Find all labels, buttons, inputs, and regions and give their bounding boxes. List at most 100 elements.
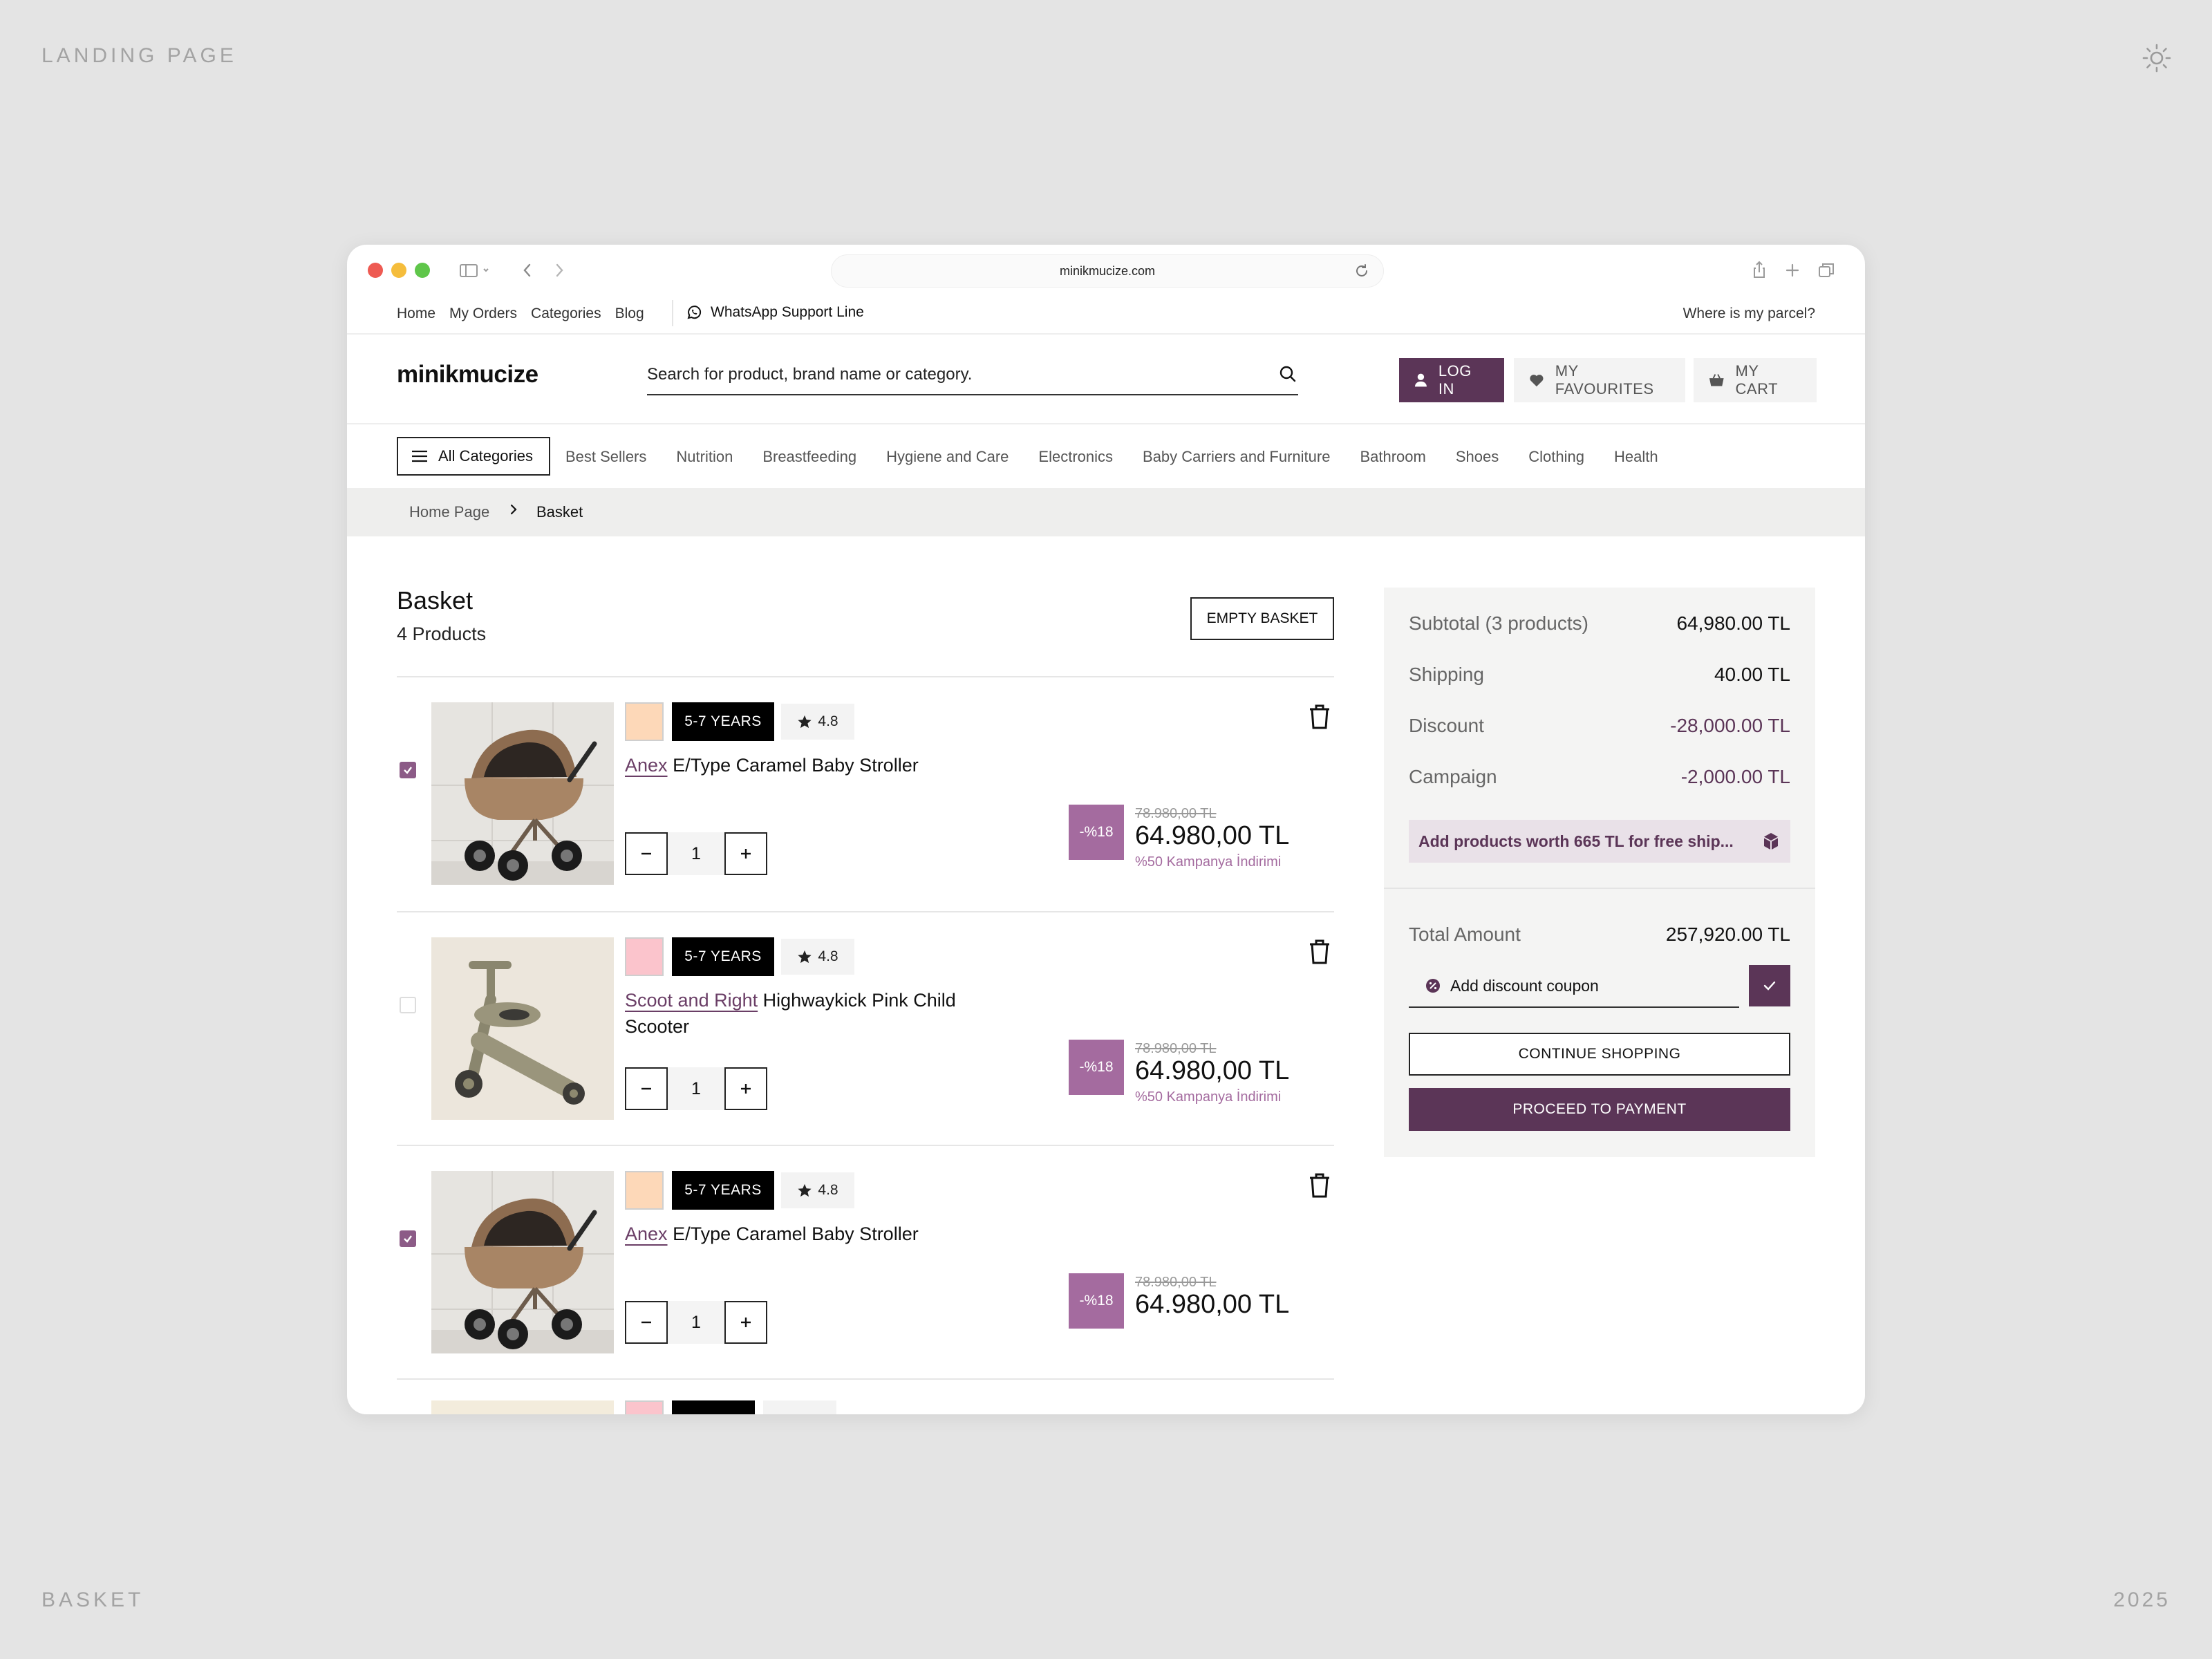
subtotal-label: Subtotal (3 products) <box>1409 612 1588 634</box>
decrease-quantity-button[interactable] <box>625 1067 668 1110</box>
maximize-window-button[interactable] <box>415 263 430 278</box>
quantity-value[interactable]: 1 <box>668 1301 724 1344</box>
brand-link[interactable]: Anex <box>625 1224 668 1244</box>
menu-icon <box>412 450 427 462</box>
product-image[interactable] <box>431 1400 614 1414</box>
tab-overview-icon[interactable] <box>1817 260 1836 281</box>
product-title[interactable]: E/Type Caramel Baby Stroller <box>673 1224 919 1244</box>
back-arrow-icon[interactable] <box>518 260 536 281</box>
proceed-to-payment-button[interactable]: PROCEED TO PAYMENT <box>1409 1088 1790 1131</box>
stroller-image[interactable] <box>431 702 614 885</box>
brand-link[interactable]: Anex <box>625 755 668 776</box>
color-swatch[interactable] <box>625 937 664 976</box>
breadcrumb: Home Page Basket <box>347 488 1865 536</box>
toplink-home[interactable]: Home <box>397 306 435 322</box>
favourites-button[interactable]: MY FAVOURITES <box>1514 358 1685 402</box>
minus-icon <box>641 1321 651 1324</box>
total-row: Total Amount 257,920.00 TL <box>1409 924 1790 946</box>
frame-label-year: 2025 <box>2113 1588 2171 1611</box>
toplink-blog[interactable]: Blog <box>615 306 644 322</box>
all-categories-button[interactable]: All Categories <box>397 437 550 476</box>
increase-quantity-button[interactable] <box>724 1301 767 1344</box>
free-shipping-note: Add products worth 665 TL for free ship.… <box>1409 820 1790 863</box>
minimize-window-button[interactable] <box>391 263 406 278</box>
category-nav: All Categories Best Sellers Nutrition Br… <box>347 424 1865 488</box>
reload-icon[interactable] <box>1353 263 1370 279</box>
user-icon <box>1414 373 1427 387</box>
trash-icon[interactable] <box>1308 1172 1331 1199</box>
category-bathroom[interactable]: Bathroom <box>1360 448 1425 466</box>
close-window-button[interactable] <box>368 263 383 278</box>
category-nutrition[interactable]: Nutrition <box>676 448 733 466</box>
toplink-categories[interactable]: Categories <box>531 306 601 322</box>
quantity-value[interactable]: 1 <box>668 832 724 875</box>
basket-title: Basket <box>397 586 474 615</box>
site-header: minikmucize LOG IN MY FAVOURITES MY CART <box>347 335 1865 424</box>
category-breastfeeding[interactable]: Breastfeeding <box>762 448 856 466</box>
where-is-my-parcel-link[interactable]: Where is my parcel? <box>1683 306 1815 322</box>
quantity-stepper: 1 <box>625 1301 767 1344</box>
category-baby-carriers-and-furniture[interactable]: Baby Carriers and Furniture <box>1143 448 1330 466</box>
category-electronics[interactable]: Electronics <box>1038 448 1113 466</box>
category-health[interactable]: Health <box>1614 448 1658 466</box>
search-icon[interactable] <box>1277 364 1298 384</box>
discount-label: Discount <box>1409 715 1484 736</box>
decrease-quantity-button[interactable] <box>625 1301 668 1344</box>
product-title[interactable]: E/Type Caramel Baby Stroller <box>673 755 919 776</box>
search-bar <box>647 357 1298 395</box>
quantity-value[interactable]: 1 <box>668 1067 724 1110</box>
category-best-sellers[interactable]: Best Sellers <box>565 448 646 466</box>
share-icon[interactable] <box>1750 260 1768 281</box>
sidebar-toggle-icon[interactable] <box>458 260 494 281</box>
trash-icon[interactable] <box>1308 939 1331 965</box>
old-price: 78.980,00 TL <box>1135 1041 1217 1056</box>
whatsapp-support-link[interactable]: WhatsApp Support Line <box>686 304 864 321</box>
continue-shopping-button[interactable]: CONTINUE SHOPPING <box>1409 1033 1790 1076</box>
theme-toggle-sun-icon[interactable] <box>2141 43 2172 73</box>
basket-icon <box>1709 374 1724 386</box>
breadcrumb-home[interactable]: Home Page <box>409 503 489 521</box>
total-label: Total Amount <box>1409 924 1521 945</box>
address-bar[interactable]: minikmucize.com <box>831 254 1384 288</box>
item-select-checkbox[interactable] <box>400 997 416 1013</box>
price: 64.980,00 TL <box>1135 1056 1290 1085</box>
price: 64.980,00 TL <box>1135 1290 1290 1319</box>
age-badge: 5-7 YEARS <box>672 1171 774 1210</box>
search-input[interactable] <box>647 357 1255 393</box>
old-price: 78.980,00 TL <box>1135 1275 1217 1290</box>
campaign-note: %50 Kampanya İndirimi <box>1135 854 1282 870</box>
color-swatch[interactable] <box>625 1400 664 1414</box>
discount-row: Discount -28,000.00 TL <box>1409 715 1790 737</box>
campaign-note: %50 Kampanya İndirimi <box>1135 1089 1282 1105</box>
apply-coupon-button[interactable] <box>1749 965 1790 1006</box>
item-select-checkbox[interactable] <box>400 762 416 778</box>
scooter-image[interactable] <box>431 937 614 1120</box>
discount-badge: -%18 <box>1069 1040 1124 1095</box>
category-hygiene-and-care[interactable]: Hygiene and Care <box>886 448 1009 466</box>
color-swatch[interactable] <box>625 702 664 741</box>
site-logo[interactable]: minikmucize <box>397 361 538 388</box>
increase-quantity-button[interactable] <box>724 832 767 875</box>
brand-link[interactable]: Scoot and Right <box>625 990 758 1011</box>
category-clothing[interactable]: Clothing <box>1528 448 1584 466</box>
increase-quantity-button[interactable] <box>724 1067 767 1110</box>
product-name: Scoot and Right Highwaykick Pink Child S… <box>625 987 998 1040</box>
decrease-quantity-button[interactable] <box>625 832 668 875</box>
cart-button[interactable]: MY CART <box>1694 358 1817 402</box>
login-button[interactable]: LOG IN <box>1399 358 1504 402</box>
new-tab-plus-icon[interactable] <box>1783 260 1801 281</box>
item-select-checkbox[interactable] <box>400 1230 416 1247</box>
color-swatch[interactable] <box>625 1171 664 1210</box>
category-shoes[interactable]: Shoes <box>1456 448 1499 466</box>
coupon-input[interactable] <box>1450 976 1713 995</box>
login-label: LOG IN <box>1438 362 1472 397</box>
toplink-my-orders[interactable]: My Orders <box>449 306 517 322</box>
minus-icon <box>641 1087 651 1090</box>
forward-arrow-icon[interactable] <box>550 260 568 281</box>
empty-basket-button[interactable]: EMPTY BASKET <box>1190 597 1334 640</box>
stroller-image[interactable] <box>431 1171 614 1353</box>
trash-icon[interactable] <box>1308 704 1331 730</box>
whatsapp-label: WhatsApp Support Line <box>711 304 864 320</box>
top-links-bar: Home My Orders Categories Blog WhatsApp … <box>347 296 1865 335</box>
star-icon <box>798 950 812 964</box>
